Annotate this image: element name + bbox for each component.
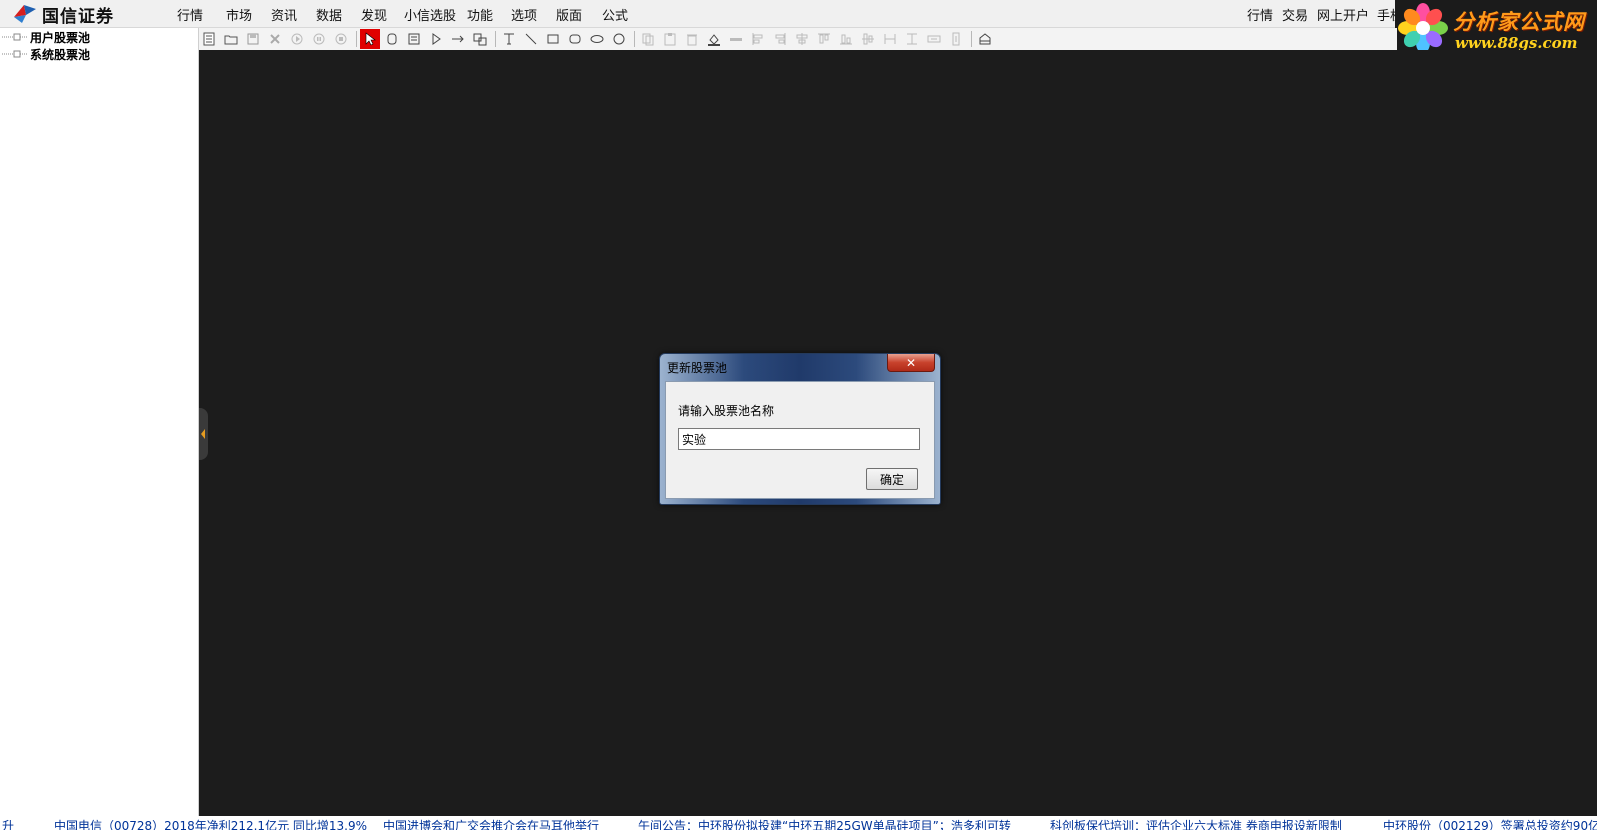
pointer-icon[interactable]: [360, 29, 380, 49]
ticker-item[interactable]: 升: [2, 817, 14, 830]
fill-icon[interactable]: [704, 29, 724, 49]
tree-item-label[interactable]: 用户股票池: [30, 29, 90, 46]
brand-title: 分析家公式网: [1453, 10, 1585, 34]
new-doc-icon[interactable]: [199, 29, 219, 49]
menu-gongneng[interactable]: 功能: [467, 5, 493, 24]
pause-icon[interactable]: [309, 29, 329, 49]
group-icon[interactable]: [470, 29, 490, 49]
toolbar-separator: [495, 31, 496, 47]
news-ticker: 升 中国电信（00728）2018年净利212.1亿元 同比增13.9% 中国进…: [0, 816, 1597, 830]
ticker-item[interactable]: 中国电信（00728）2018年净利212.1亿元 同比增13.9%: [54, 817, 367, 830]
collapse-arrow-icon: [201, 429, 205, 439]
menu-xiaoxin-xuangu[interactable]: 小信选股: [404, 5, 456, 24]
round-rect-tool-icon[interactable]: [382, 29, 402, 49]
text-box-icon[interactable]: [404, 29, 424, 49]
arrow-icon[interactable]: [448, 29, 468, 49]
menu-hangqing[interactable]: 行情: [177, 5, 203, 24]
ticker-item[interactable]: 午间公告：中环股份拟投建“中环五期25GW单晶硅项目”；浩多利可转: [638, 817, 1011, 830]
right-menu-hangqing[interactable]: 行情: [1247, 5, 1273, 24]
stop-icon[interactable]: [331, 29, 351, 49]
tree-expander-icon[interactable]: [0, 29, 30, 45]
menu-banmian[interactable]: 版面: [556, 5, 582, 24]
tree-item-system-pool[interactable]: 系统股票池: [0, 46, 90, 62]
menu-shichang[interactable]: 市场: [226, 5, 252, 24]
align-left-icon[interactable]: [748, 29, 768, 49]
dialog-title: 更新股票池: [667, 361, 728, 375]
text-tool-icon[interactable]: [499, 29, 519, 49]
align-top-icon[interactable]: [814, 29, 834, 49]
save-icon[interactable]: [243, 29, 263, 49]
clear-icon[interactable]: [682, 29, 702, 49]
line-style-icon[interactable]: [726, 29, 746, 49]
toolbar-separator: [356, 31, 357, 47]
ticker-item[interactable]: 中环股份（002129）签署总投资约90亿元: [1383, 817, 1597, 830]
update-stock-pool-dialog: 更新股票池 ✕ 请输入股票池名称 确定: [659, 353, 941, 505]
tree-expander-icon[interactable]: [0, 46, 30, 62]
space-vertical-icon[interactable]: [946, 29, 966, 49]
menu-gongshi[interactable]: 公式: [602, 5, 628, 24]
same-height-icon[interactable]: [902, 29, 922, 49]
copy-icon[interactable]: [638, 29, 658, 49]
menu-bar: 国信证券 行情 市场 资讯 数据 发现 小信选股 功能 选项 版面 公式 行情 …: [0, 0, 1597, 28]
rounded-rect-icon[interactable]: [565, 29, 585, 49]
pool-name-input[interactable]: [678, 428, 920, 450]
right-menu-kaihu[interactable]: 网上开户: [1317, 5, 1369, 24]
menu-faxian[interactable]: 发现: [361, 5, 387, 24]
menu-zixun[interactable]: 资讯: [271, 5, 297, 24]
align-right-icon[interactable]: [770, 29, 790, 49]
menu-xuanxiang[interactable]: 选项: [511, 5, 537, 24]
tree-item-user-pool[interactable]: 用户股票池: [0, 29, 90, 45]
ellipse-icon[interactable]: [587, 29, 607, 49]
flower-icon: [1397, 2, 1449, 54]
delete-icon[interactable]: [265, 29, 285, 49]
drawing-toolbar: [199, 28, 1397, 51]
align-bottom-icon[interactable]: [836, 29, 856, 49]
ticker-item[interactable]: 科创板保代培训：评估企业六大标准 券商申报设新限制: [1050, 817, 1342, 830]
paste-icon[interactable]: [660, 29, 680, 49]
tree-item-label[interactable]: 系统股票池: [30, 46, 90, 63]
space-horizontal-icon[interactable]: [924, 29, 944, 49]
toolbar-separator: [634, 31, 635, 47]
logo-text: 国信证券: [42, 6, 114, 27]
triangle-icon[interactable]: [426, 29, 446, 49]
brand-banner: 分析家公式网 www.88gs.com: [1395, 0, 1597, 56]
open-icon[interactable]: [221, 29, 241, 49]
ticker-item[interactable]: 中国进博会和广交会推介会在马耳他举行: [383, 817, 599, 830]
menu-shuju[interactable]: 数据: [316, 5, 342, 24]
right-menu-jiaoyi[interactable]: 交易: [1282, 5, 1308, 24]
panel-collapse-handle[interactable]: [199, 408, 208, 460]
dialog-prompt: 请输入股票池名称: [678, 404, 775, 418]
play-icon[interactable]: [287, 29, 307, 49]
ok-button[interactable]: 确定: [866, 468, 918, 490]
circle-icon[interactable]: [609, 29, 629, 49]
app-logo: 国信证券: [12, 3, 114, 27]
rectangle-icon[interactable]: [543, 29, 563, 49]
align-center-icon[interactable]: [792, 29, 812, 49]
ruler-icon[interactable]: [975, 29, 995, 49]
toolbar-separator: [971, 31, 972, 47]
same-width-icon[interactable]: [880, 29, 900, 49]
stock-pool-tree: 用户股票池 系统股票池: [0, 28, 199, 816]
logo-icon: [12, 3, 38, 25]
line-icon[interactable]: [521, 29, 541, 49]
dialog-body: 请输入股票池名称 确定: [665, 381, 935, 499]
align-middle-icon[interactable]: [858, 29, 878, 49]
close-icon: ✕: [905, 355, 917, 370]
close-button[interactable]: ✕: [887, 354, 935, 372]
